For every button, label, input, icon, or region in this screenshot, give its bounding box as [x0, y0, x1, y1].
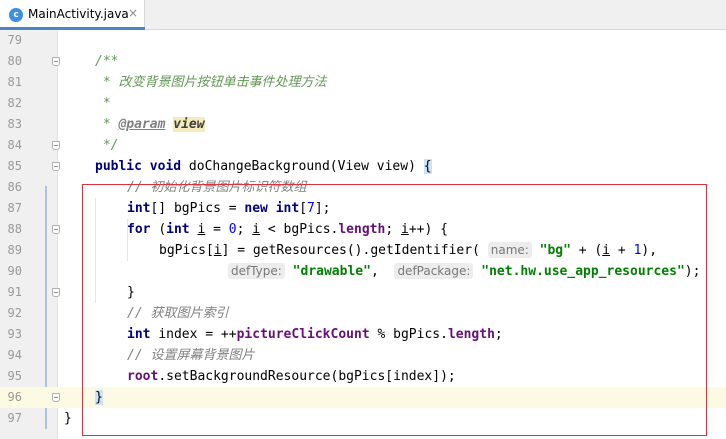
code-line[interactable]: 88 for (int i = 0; i < bgPics.length; i++…: [0, 219, 726, 240]
line-number: 95: [7, 369, 22, 383]
line-number: 87: [7, 201, 22, 215]
code-text: *: [95, 96, 111, 111]
line-number: 80: [7, 54, 22, 68]
close-icon[interactable]: ×: [128, 6, 138, 21]
code-text: // 设置屏幕背景图片: [127, 348, 255, 363]
line-number: 82: [7, 96, 22, 110]
indent-guide: [95, 198, 96, 303]
code-line[interactable]: 90 defType: "drawable", defPackage: "net.…: [0, 261, 726, 282]
code-line[interactable]: 89 bgPics[i] = getResources().getIdentifi…: [0, 240, 726, 261]
code-text: // 获取图片索引: [127, 306, 229, 321]
fold-toggle-icon[interactable]: [52, 57, 60, 66]
code-line[interactable]: 81 * 改变背景图片按钮单击事件处理方法: [0, 72, 726, 93]
code-line[interactable]: 84 */: [0, 135, 726, 156]
java-class-icon: c: [9, 8, 23, 22]
line-number: 84: [7, 138, 22, 152]
code-line[interactable]: 86 // 初始化背景图片标识符数组: [0, 177, 726, 198]
code-text: // 初始化背景图片标识符数组: [127, 180, 307, 195]
line-number: 81: [7, 75, 22, 89]
code-text: public void doChangeBackground(View view…: [95, 159, 432, 174]
line-number: 90: [7, 264, 22, 278]
code-line[interactable]: 83 * @param view: [0, 114, 726, 135]
fold-toggle-icon[interactable]: [52, 162, 60, 171]
line-number: 86: [7, 180, 22, 194]
line-number: 85: [7, 159, 22, 173]
code-text: * @param view: [95, 117, 205, 132]
code-text: }: [64, 411, 72, 426]
line-number: 88: [7, 222, 22, 236]
code-text: int[] bgPics = new int[7];: [127, 201, 331, 216]
line-number: 97: [7, 411, 22, 425]
line-number: 79: [7, 33, 22, 47]
fold-toggle-icon[interactable]: [52, 141, 60, 150]
code-line[interactable]: 80 /**: [0, 51, 726, 72]
parameter-hint: defPackage:: [394, 263, 474, 279]
code-text: defType: "drawable", defPackage: "net.hw…: [228, 261, 700, 282]
tab-title: MainActivity.java: [28, 7, 129, 21]
code-editor[interactable]: 79 80/** 81 * 改变背景图片按钮单击事件处理方法 82 * 83 * @pa…: [0, 30, 726, 439]
code-line[interactable]: 79: [0, 30, 726, 51]
code-text: for (int i = 0; i < bgPics.length; i++) …: [127, 222, 448, 237]
line-number: 93: [7, 327, 22, 341]
fold-toggle-icon[interactable]: [52, 225, 60, 234]
code-line[interactable]: 91}: [0, 282, 726, 303]
indent-guide: [127, 219, 128, 261]
line-number: 92: [7, 306, 22, 320]
code-text: bgPics[i] = getResources().getIdentifier…: [159, 242, 658, 258]
parameter-hint: defType:: [228, 263, 285, 279]
line-number: 83: [7, 117, 22, 131]
code-text: }: [127, 285, 135, 300]
code-line[interactable]: 87 int[] bgPics = new int[7];: [0, 198, 726, 219]
line-number: 89: [7, 243, 22, 257]
code-text: root.setBackgroundResource(bgPics[index]…: [127, 369, 456, 384]
line-number: 91: [7, 285, 22, 299]
code-text: /**: [95, 54, 119, 69]
parameter-hint: name:: [487, 242, 532, 258]
code-line[interactable]: 85 public void doChangeBackground(View vi…: [0, 156, 726, 177]
code-text: }: [95, 390, 103, 405]
code-text: int index = ++pictureClickCount % bgPics…: [127, 327, 503, 342]
code-line[interactable]: 82 *: [0, 93, 726, 114]
code-line[interactable]: 96}: [0, 387, 726, 408]
fold-toggle-icon[interactable]: [52, 393, 60, 402]
line-number: 96: [7, 390, 22, 404]
line-number: 94: [7, 348, 22, 362]
fold-toggle-icon[interactable]: [52, 288, 60, 297]
editor-tab-bar: c MainActivity.java ×: [0, 0, 726, 30]
tab-main-activity[interactable]: c MainActivity.java ×: [0, 0, 145, 30]
code-line[interactable]: 93 int index = ++pictureClickCount % bgPi…: [0, 324, 726, 345]
code-line[interactable]: 92 // 获取图片索引: [0, 303, 726, 324]
code-text: */: [95, 138, 119, 153]
code-line[interactable]: 95 root.setBackgroundResource(bgPics[inde…: [0, 366, 726, 387]
code-line[interactable]: 97}: [0, 408, 726, 429]
code-text: * 改变背景图片按钮单击事件处理方法: [95, 75, 327, 90]
code-line[interactable]: 94 // 设置屏幕背景图片: [0, 345, 726, 366]
